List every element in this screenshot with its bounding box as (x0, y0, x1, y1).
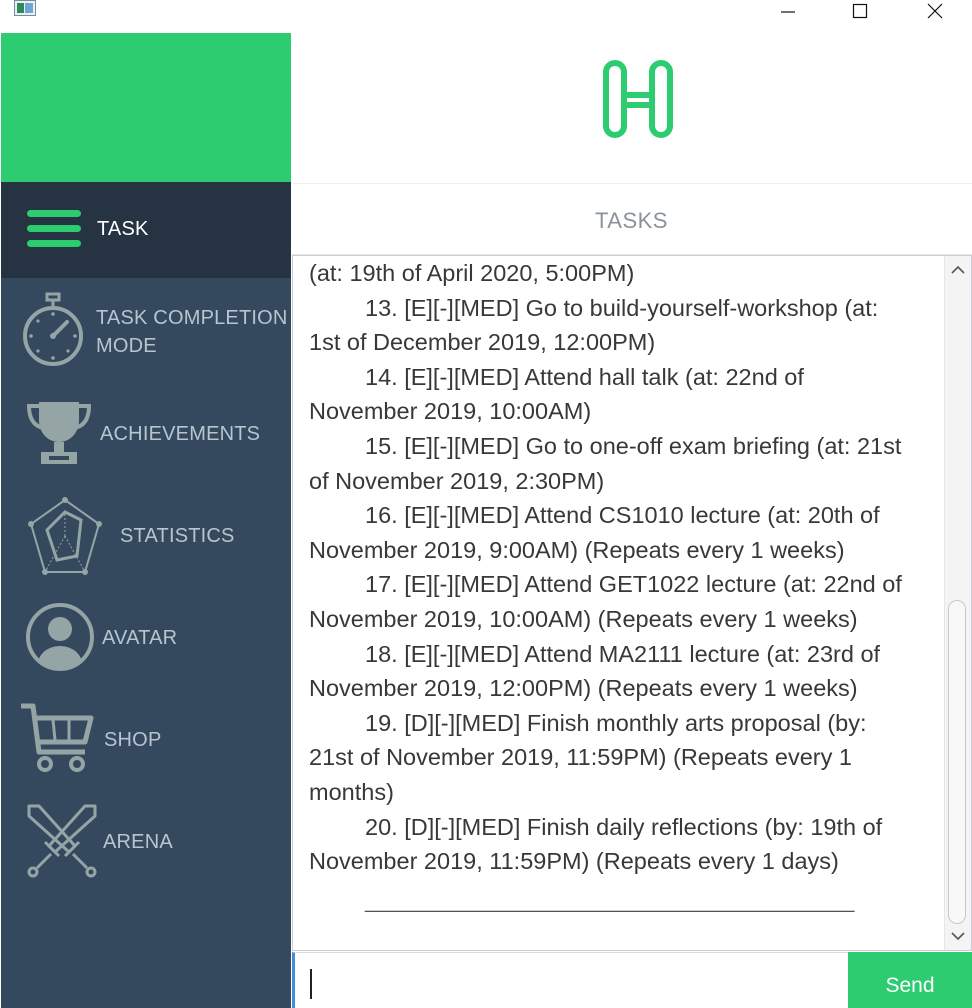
task-line: 21st of November 2019, 11:59PM) (Repeats… (309, 744, 852, 771)
task-line: of November 2019, 2:30PM) (309, 467, 605, 494)
task-line: 14. [E][-][MED] Attend hall talk (at: 22… (365, 363, 804, 390)
task-line: November 2019, 9:00AM) (Repeats every 1 … (309, 536, 845, 563)
trophy-icon (26, 402, 92, 464)
sidebar-item-shop[interactable]: SHOP (1, 692, 291, 788)
crossed-swords-icon (27, 804, 97, 878)
task-line: November 2019, 10:00AM) (Repeats every 1… (309, 605, 858, 632)
sidebar-item-task-completion-mode[interactable]: TASK COMPLETION MODE (1, 284, 291, 380)
task-line: 18. [E][-][MED] Attend MA2111 lecture (a… (365, 640, 881, 667)
app-header (291, 33, 972, 184)
minimize-button[interactable] (765, 0, 811, 22)
sidebar-item-statistics[interactable]: STATISTICS (1, 488, 291, 584)
sidebar-item-label: TASK (97, 218, 149, 240)
task-line: months) (309, 778, 394, 805)
sidebar-item-label-line1: TASK COMPLETION (96, 307, 288, 329)
scroll-down-button[interactable] (945, 924, 971, 948)
sidebar-item-achievements[interactable]: ACHIEVEMENTS (1, 386, 291, 482)
sidebar-item-arena[interactable]: ARENA (1, 794, 291, 890)
close-button[interactable] (912, 0, 958, 22)
scrollbar-thumb[interactable] (948, 600, 966, 924)
user-avatar-icon (26, 603, 94, 671)
minimize-icon (781, 11, 795, 13)
sidebar-item-task[interactable]: TASK (1, 182, 291, 278)
command-input-container (292, 952, 848, 1008)
task-line: 19. [D][-][MED] Finish monthly arts prop… (365, 709, 867, 736)
task-line: 16. [E][-][MED] Attend CS1010 lecture (a… (365, 502, 880, 529)
text-caret (310, 969, 312, 999)
task-line: (at: 19th of April 2020, 5:00PM) (309, 260, 635, 286)
task-line: November 2019, 10:00AM) (309, 398, 592, 425)
maximize-button[interactable] (837, 0, 883, 22)
chevron-up-icon (951, 265, 965, 274)
sidebar-brand-area (1, 33, 291, 182)
hamburger-menu-icon (27, 210, 81, 247)
send-button[interactable]: Send (848, 952, 972, 1008)
scroll-up-button[interactable] (945, 258, 971, 282)
task-list-pane[interactable]: (at: 19th of April 2020, 5:00PM) 13. [E]… (292, 255, 972, 951)
vertical-scrollbar[interactable] (944, 256, 971, 950)
task-list-text: (at: 19th of April 2020, 5:00PM) 13. [E]… (309, 256, 939, 919)
window-title-bar (0, 0, 972, 33)
task-line: 1st of December 2019, 12:00PM) (309, 329, 656, 356)
task-line: 13. [E][-][MED] Go to build-yourself-wor… (365, 294, 879, 321)
sidebar-item-label-line2: MODE (96, 335, 157, 357)
close-icon (927, 3, 943, 19)
radar-chart-icon (28, 497, 102, 575)
task-line: 15. [E][-][MED] Go to one-off exam brief… (365, 432, 902, 459)
task-line: November 2019, 12:00PM) (Repeats every 1… (309, 675, 858, 702)
shopping-cart-icon (21, 703, 94, 772)
task-line: 20. [D][-][MED] Finish daily reflections… (365, 813, 883, 840)
sidebar-item-label: ARENA (103, 831, 173, 853)
page-title: TASKS (594, 208, 668, 233)
sidebar-item-avatar[interactable]: AVATAR (1, 590, 291, 686)
sidebar-item-label: ACHIEVEMENTS (100, 423, 261, 445)
sidebar-item-label: STATISTICS (120, 525, 235, 547)
maximize-icon (852, 3, 868, 19)
sidebar-item-label: SHOP (104, 729, 162, 751)
app-window-icon (14, 0, 36, 16)
section-title: TASKS (291, 184, 972, 255)
task-list-separator: ________________________________________… (365, 890, 855, 913)
stopwatch-icon (23, 292, 83, 366)
task-line: November 2019, 11:59PM) (Repeats every 1… (309, 848, 839, 875)
task-line: 17. [E][-][MED] Attend GET1022 lecture (… (365, 571, 902, 598)
chevron-down-icon (951, 932, 965, 941)
command-input[interactable] (303, 961, 837, 1003)
sidebar-item-label: AVATAR (102, 627, 178, 649)
sidebar-nav: TASK TASK COMPLETION MODE ACHIEVEMENTS S… (1, 182, 291, 1008)
h-letter-logo-icon (603, 60, 673, 138)
